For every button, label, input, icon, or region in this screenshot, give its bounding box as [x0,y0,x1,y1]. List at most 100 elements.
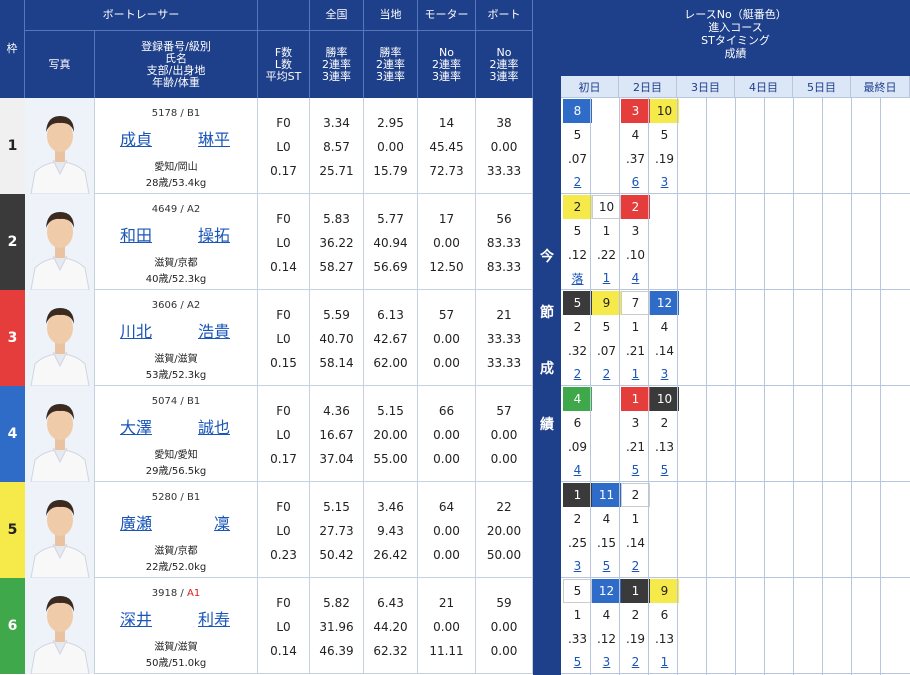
racer-given-name: 操拓 [197,226,230,245]
grid-line [677,98,678,675]
entry-course: 4 [602,608,611,622]
racer-surname: 和田 [120,226,153,245]
racer-name-link[interactable]: 成貞 琳平 [120,126,230,150]
registration-class: 5280 / B1 [95,492,257,503]
entry-course: 4 [631,128,640,142]
fl-stats: F0 L0 0.17 [258,98,310,194]
results-header-line: 成績 [724,47,747,60]
racer-name-link[interactable]: 大澤 誠也 [120,414,230,438]
loc-stats: 2.95 0.00 15.79 [364,98,418,194]
racer-name-link[interactable]: 廣瀬 凜 [120,510,230,534]
registration-number: 3918 / A1 [151,588,201,599]
race-number: 10 [650,99,679,123]
registration-class: 5074 / B1 [95,396,257,407]
race-result-link[interactable]: 5 [621,458,650,482]
nat-value: 37.04 [319,452,354,466]
race-result-link[interactable]: 3 [563,554,592,578]
loc-value: 5.77 [377,212,404,226]
entry-course: 4 [660,320,669,334]
race-result-link[interactable]: 1 [650,650,679,674]
nat-value: 5.82 [323,596,350,610]
st-timing: .25 [567,536,588,550]
age-weight: 53歳/52.3kg [145,370,207,381]
st-timing: .37 [625,152,646,166]
header-rate-line: 勝率 [325,45,348,59]
race-result-link[interactable]: 3 [650,362,679,386]
nat-value: 50.42 [319,548,354,562]
branch-origin: 滋賀/京都 [154,546,198,557]
race-result-link[interactable]: 2 [621,650,650,674]
race-number: 9 [650,579,679,603]
grid-line [735,98,736,675]
loc-stats: 6.13 42.67 62.00 [364,290,418,386]
motor-stats: 21 0.00 11.11 [418,578,476,674]
race-result-link[interactable]: 2 [621,554,650,578]
l-count: L0 [276,428,291,442]
entry-course: 1 [631,320,640,334]
entry-course: 2 [573,512,582,526]
grid-line [793,98,794,675]
race-result-link[interactable]: 4 [621,266,650,290]
boat-value: 0.00 [490,620,518,634]
fl-stats: F0 L0 0.17 [258,386,310,482]
registration-class: 4649 / A2 [95,204,257,215]
racer-name-link[interactable]: 和田 操拓 [120,222,230,246]
header-national-rates: 勝率 2連率 3連率 [310,30,364,98]
st-timing: .33 [567,632,588,646]
age-weight: 40歳/52.3kg [145,274,207,285]
registration-number: 3606 / A2 [151,300,201,311]
st-timing: .21 [625,440,646,454]
nat-value: 40.70 [319,332,354,346]
results-header-line: レースNo（艇番色） [684,8,787,21]
st-timing: .12 [567,248,588,262]
header-motor: モーター [418,0,476,30]
motor-value: 0.00 [433,332,460,346]
race-result-link[interactable]: 落 [563,266,592,290]
race-number: 10 [592,195,621,219]
race-number: 7 [621,291,650,315]
boat-value: 0.00 [490,452,518,466]
racer-photo [25,386,95,482]
race-result-link[interactable]: 2 [592,362,621,386]
entry-course: 2 [660,416,669,430]
race-result-link[interactable]: 5 [650,458,679,482]
loc-value: 5.15 [377,404,404,418]
entry-course: 1 [573,608,582,622]
race-number: 1 [621,387,650,411]
header-info-line: 登録番号/級別 [141,39,211,53]
loc-value: 62.32 [373,644,408,658]
racer-name-link[interactable]: 深井 利寿 [120,606,230,630]
header-info-line: 支部/出身地 [146,63,206,77]
race-number: 3 [621,99,650,123]
race-result-link[interactable]: 1 [592,266,621,290]
race-result-link[interactable]: 5 [563,650,592,674]
header-waku-label: 枠 [6,42,18,55]
grid-line [851,98,852,675]
nat-value: 5.59 [323,308,350,322]
racer-photo [25,98,95,194]
race-result-link[interactable]: 5 [592,554,621,578]
racer-photo [25,290,95,386]
entry-course: 5 [660,128,669,142]
race-result-link[interactable]: 1 [621,362,650,386]
motor-value: 0.00 [433,620,460,634]
racer-row: 4 5074 / B1 大澤 誠也 愛知/愛知 29歳/56.5kg F0 L0 … [0,386,533,482]
entry-course: 5 [573,224,582,238]
nat-value: 5.15 [323,500,350,514]
f-count: F0 [276,404,291,418]
fl-stats: F0 L0 0.23 [258,482,310,578]
branch-origin: 愛知/岡山 [154,162,198,173]
entry-course: 5 [602,320,611,334]
racer-name-link[interactable]: 川北 浩貴 [120,318,230,342]
race-result-link[interactable]: 2 [563,362,592,386]
race-result-link[interactable]: 3 [650,170,679,194]
racer-portrait-icon [25,386,94,482]
race-result-link[interactable]: 4 [563,458,592,482]
entry-course: 3 [631,224,640,238]
race-result-link[interactable]: 2 [563,170,592,194]
race-number: 2 [621,195,650,219]
race-result-link[interactable]: 3 [592,650,621,674]
loc-value: 42.67 [373,332,408,346]
registration-number: 4649 / A2 [151,204,201,215]
race-result-link[interactable]: 6 [621,170,650,194]
